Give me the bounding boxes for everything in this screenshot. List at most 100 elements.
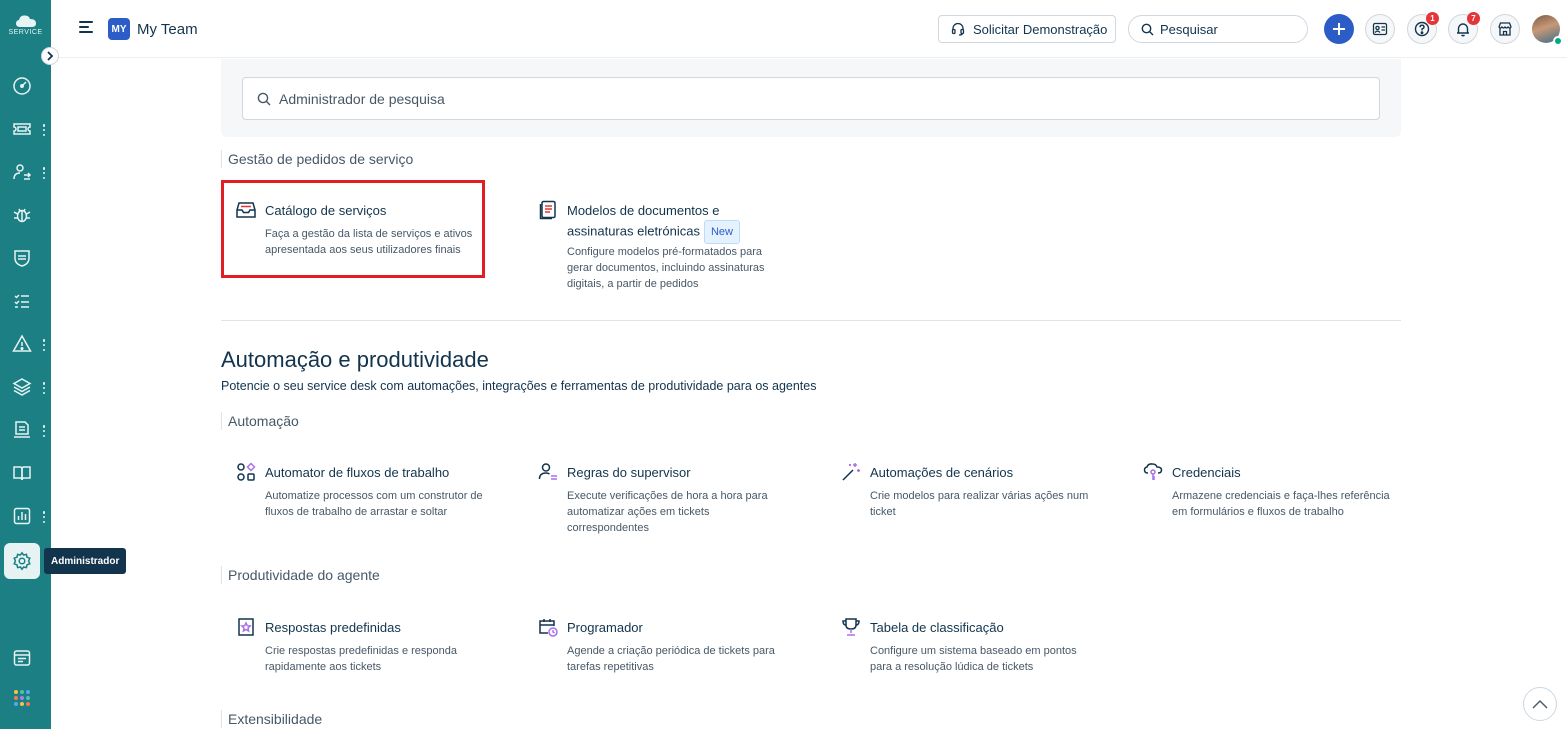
automation-section-title: Automação e produtividade — [221, 347, 489, 372]
catalog-icon — [13, 650, 31, 666]
sidebar-item-changes[interactable] — [4, 240, 40, 276]
layers-icon — [12, 378, 32, 396]
bug-icon — [13, 208, 31, 223]
card-description: Configure um sistema baseado em pontos p… — [870, 645, 1077, 673]
card-description: Execute verificações de hora a hora para… — [567, 490, 768, 534]
sidebar-item-tasks[interactable] — [4, 283, 40, 319]
admin-search-panel — [221, 59, 1401, 137]
assets-more-icon[interactable] — [41, 381, 47, 395]
sidebar-item-releases[interactable] — [4, 412, 40, 448]
contacts-icon — [13, 164, 32, 180]
top-header: MY My Team Solicitar Demonstração Pesqui… — [51, 0, 1567, 58]
sidebar: SERVICE Administrador — [0, 0, 127, 729]
sidebar-item-admin[interactable] — [4, 543, 40, 579]
tickets-icon — [13, 123, 31, 135]
card-title: Automator de fluxos de trabalho — [265, 465, 450, 480]
sidebar-item-assets[interactable] — [4, 369, 40, 405]
contacts-more-icon[interactable] — [41, 166, 47, 180]
logo-text: SERVICE — [8, 29, 43, 36]
workspace-name[interactable]: My Team — [137, 21, 198, 38]
new-item-button[interactable] — [1324, 14, 1354, 44]
cloud-logo-icon — [15, 15, 36, 27]
reports-more-icon[interactable] — [41, 510, 47, 524]
scroll-to-top-button[interactable] — [1523, 687, 1557, 721]
sidebar-item-catalog[interactable] — [4, 640, 40, 676]
trophy-icon — [840, 616, 862, 638]
sidebar-item-contacts[interactable] — [4, 154, 40, 190]
book-icon — [13, 466, 31, 481]
shield-icon — [14, 250, 30, 267]
automation-section-description: Potencie o seu service desk com automaçõ… — [221, 379, 817, 393]
card-title: Respostas predefinidas — [265, 620, 401, 635]
request-demo-button[interactable]: Solicitar Demonstração — [938, 15, 1116, 43]
store-icon — [1498, 22, 1512, 36]
agent-productivity-heading: Produtividade do agente — [221, 566, 380, 584]
contacts-directory-button[interactable] — [1365, 14, 1395, 44]
tickets-more-icon[interactable] — [41, 123, 47, 137]
releases-more-icon[interactable] — [41, 424, 47, 438]
contact-card-icon — [1372, 22, 1388, 36]
card-description: Agende a criação periódica de tickets pa… — [567, 645, 775, 673]
notification-badge: 7 — [1467, 12, 1480, 25]
headset-icon — [951, 22, 965, 36]
sidebar-item-tickets[interactable] — [4, 111, 40, 147]
new-badge: New — [703, 220, 740, 244]
sidebar-item-reports[interactable] — [4, 498, 40, 534]
workflow-icon — [235, 461, 257, 483]
canned-response-icon — [235, 616, 257, 638]
calendar-clock-icon — [537, 616, 559, 638]
service-requests-heading: Gestão de pedidos de serviço — [221, 150, 413, 168]
sidebar-expand-button[interactable] — [41, 47, 59, 65]
card-title-text: Modelos de documentos e assinaturas elet… — [567, 203, 720, 239]
help-button[interactable]: 1 — [1407, 12, 1439, 44]
extensibility-heading: Extensibilidade — [221, 710, 322, 728]
card-title: Tabela de classificação — [870, 620, 1004, 635]
card-title: Credenciais — [1172, 465, 1241, 480]
help-badge: 1 — [1426, 12, 1439, 25]
card-title: Automações de cenários — [870, 465, 1014, 480]
menu-toggle-icon[interactable] — [79, 21, 95, 35]
reports-icon — [13, 507, 31, 525]
sidebar-item-alerts[interactable] — [4, 326, 40, 362]
search-icon — [257, 92, 271, 105]
card-description: Armazene credenciais e faça-lhes referên… — [1172, 490, 1390, 518]
chevron-right-icon — [47, 51, 54, 61]
admin-search-field[interactable] — [242, 77, 1380, 120]
card-title: Regras do supervisor — [567, 465, 691, 480]
admin-tooltip: Administrador — [44, 548, 127, 574]
release-icon — [14, 421, 30, 438]
sidebar-item-solutions[interactable] — [4, 455, 40, 491]
alerts-more-icon[interactable] — [41, 338, 47, 352]
card-description: Automatize processos com um construtor d… — [265, 490, 483, 518]
highlight-box — [221, 180, 485, 278]
card-title: Modelos de documentos e assinaturas elet… — [567, 202, 757, 244]
card-description: Crie modelos para realizar várias ações … — [870, 490, 1089, 518]
magic-wand-icon — [840, 461, 862, 483]
online-status-icon — [1553, 36, 1563, 46]
warning-icon — [12, 334, 32, 352]
workspace-badge[interactable]: MY — [108, 18, 130, 40]
document-icon — [537, 199, 559, 221]
plus-icon — [1333, 23, 1345, 35]
automation-heading: Automação — [221, 412, 299, 430]
sidebar-item-dashboard[interactable] — [4, 68, 40, 104]
tasks-icon — [14, 294, 29, 308]
app-switcher-icon[interactable] — [14, 690, 30, 706]
section-divider — [221, 320, 1401, 321]
sidebar-item-problems[interactable] — [4, 197, 40, 233]
card-description: Crie respostas predefinidas e responda r… — [265, 645, 458, 673]
admin-search-input[interactable] — [279, 90, 1179, 107]
marketplace-button[interactable] — [1490, 14, 1520, 44]
global-search-placeholder: Pesquisar — [1160, 21, 1218, 37]
request-demo-label: Solicitar Demonstração — [973, 21, 1108, 37]
supervisor-icon — [537, 461, 559, 483]
search-icon — [1141, 23, 1154, 35]
service-logo[interactable]: SERVICE — [0, 14, 51, 46]
admin-main: Gestão de pedidos de serviço Catálogo de… — [51, 59, 1567, 729]
dashboard-icon — [13, 77, 31, 95]
gear-icon — [13, 551, 31, 571]
global-search[interactable]: Pesquisar — [1128, 15, 1308, 43]
chevron-up-icon — [1532, 700, 1548, 709]
user-avatar[interactable] — [1532, 15, 1563, 46]
notifications-button[interactable]: 7 — [1448, 12, 1480, 44]
